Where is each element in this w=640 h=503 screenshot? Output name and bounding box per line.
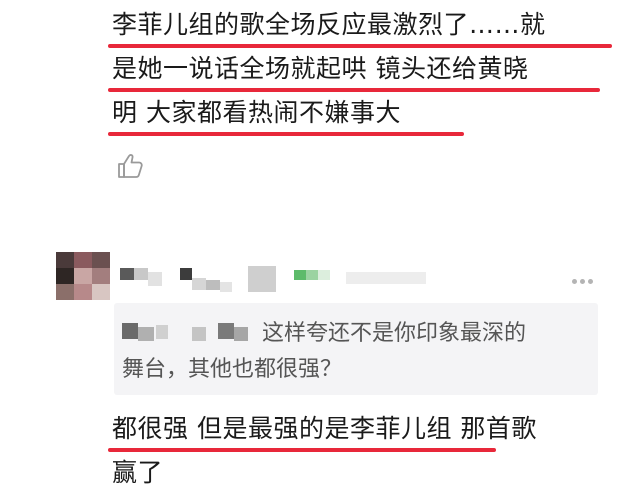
underline-4 (108, 448, 496, 452)
underline-3 (108, 132, 464, 136)
comment-text-line-2: 是她一说话全场就起哄 镜头还给黄晓 (112, 54, 529, 83)
reply-text-line-2: 赢了 (112, 458, 164, 487)
underline-1 (108, 44, 612, 48)
underline-2 (108, 88, 600, 92)
quoted-text-line-2: 舞台，其他也都很强？ (122, 357, 343, 382)
reply-text-line-1: 都很强 但是最强的是李菲儿组 那首歌 (112, 414, 537, 443)
quoted-comment: 这样夸还不是你印象最深的 舞台，其他也都很强？ (114, 303, 598, 395)
comment-text-line-1: 李菲儿组的歌全场反应最激烈了……就 (112, 10, 546, 39)
more-options-icon[interactable] (572, 269, 596, 288)
thumbs-up-icon[interactable] (116, 152, 146, 180)
comment-text-line-3: 明 大家都看热闹不嫌事大 (112, 98, 401, 127)
avatar[interactable] (56, 252, 110, 300)
quoted-text-line-1: 这样夸还不是你印象最深的 (262, 321, 527, 346)
username-mosaic (120, 266, 430, 302)
quoted-username-mosaic (122, 321, 262, 349)
